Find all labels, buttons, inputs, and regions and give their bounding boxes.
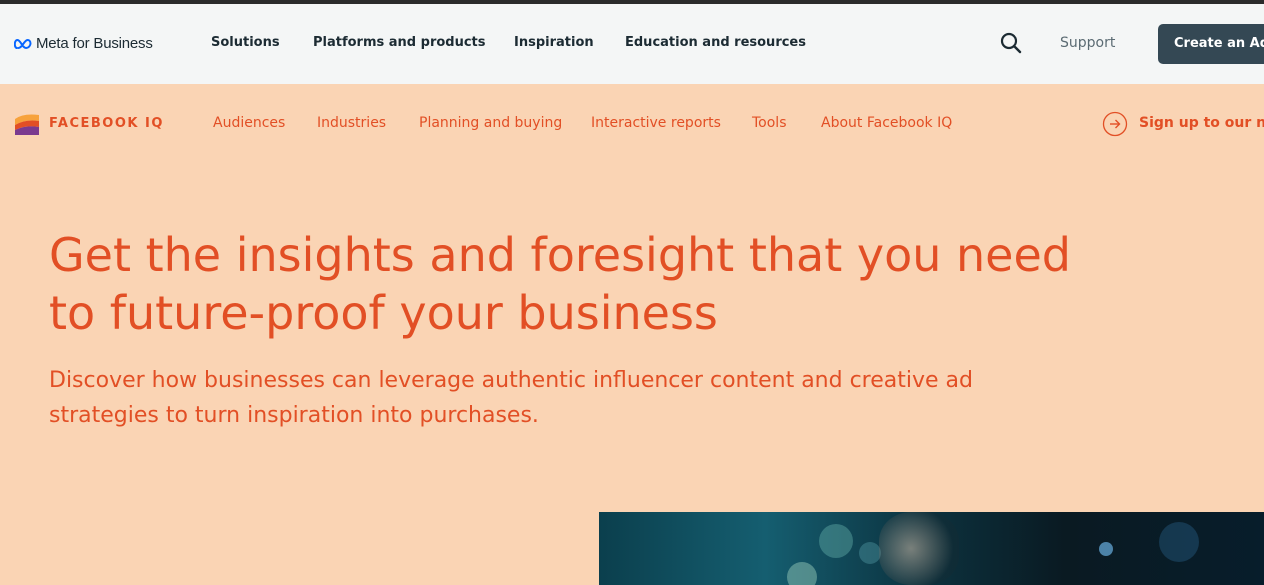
support-link[interactable]: Support [1060, 35, 1115, 51]
hero-title-line-1: Get the insights and foresight that you … [49, 228, 1071, 282]
arrow-circle-icon[interactable] [1102, 111, 1128, 137]
subnav-tools[interactable]: Tools [752, 115, 787, 131]
meta-for-business-logo[interactable]: Meta for Business [14, 35, 153, 52]
hero-title: Get the insights and foresight that you … [49, 226, 1089, 342]
top-navigation: Meta for Business Solutions Platforms an… [0, 4, 1264, 84]
create-ad-button[interactable]: Create an Ad [1158, 24, 1264, 64]
logo-text: Meta for Business [36, 35, 153, 52]
search-icon[interactable] [1000, 32, 1022, 54]
subnav-about-facebook-iq[interactable]: About Facebook IQ [821, 115, 952, 131]
subnav-planning-and-buying[interactable]: Planning and buying [419, 115, 562, 131]
facebook-iq-icon[interactable] [15, 113, 39, 135]
hero-title-line-2: to future-proof your business [49, 286, 718, 340]
subnav-industries[interactable]: Industries [317, 115, 386, 131]
hero-subtitle-line-2: strategies to turn inspiration into purc… [49, 403, 539, 428]
meta-infinity-icon [14, 38, 32, 49]
subnav-interactive-reports[interactable]: Interactive reports [591, 115, 721, 131]
nav-education-and-resources[interactable]: Education and resources [625, 35, 806, 50]
nav-inspiration[interactable]: Inspiration [514, 35, 594, 50]
subnav-audiences[interactable]: Audiences [213, 115, 285, 131]
nav-platforms-and-products[interactable]: Platforms and products [313, 35, 486, 50]
facebook-iq-subnav: FACEBOOK IQ Audiences Industries Plannin… [0, 84, 1264, 164]
nav-solutions[interactable]: Solutions [211, 35, 280, 50]
facebook-iq-brand[interactable]: FACEBOOK IQ [49, 116, 164, 131]
hero-subtitle-line-1: Discover how businesses can leverage aut… [49, 368, 973, 393]
hero-photo [599, 512, 1264, 585]
hero-subtitle: Discover how businesses can leverage aut… [49, 363, 1049, 433]
signup-link[interactable]: Sign up to our new [1139, 115, 1264, 131]
